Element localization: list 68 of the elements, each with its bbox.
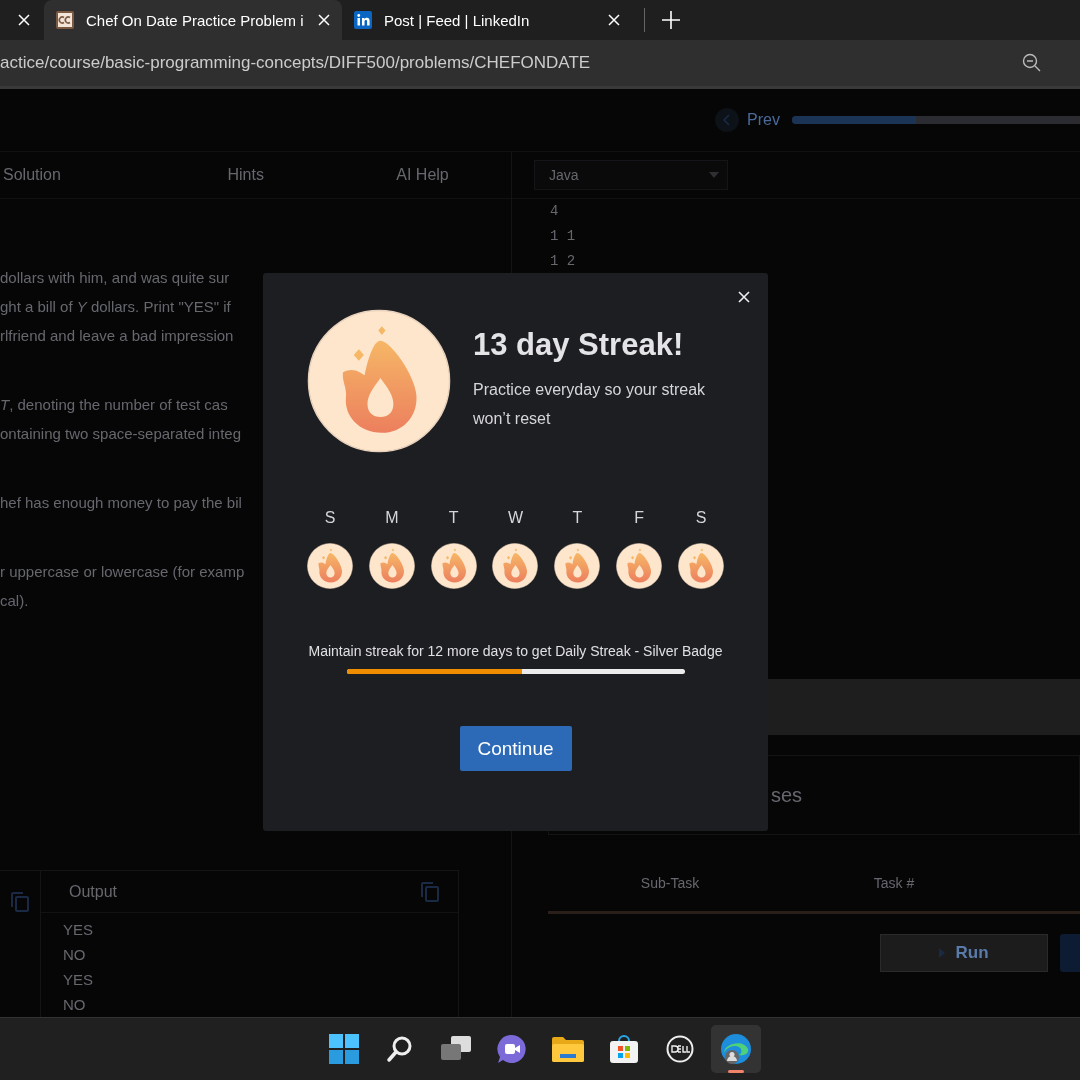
close-icon[interactable] <box>318 14 330 26</box>
weekday-label: T <box>447 509 460 527</box>
caret-icon <box>709 172 719 178</box>
output-title: Output <box>69 882 118 901</box>
flame-icon <box>616 543 663 589</box>
streak-subtitle: Practice everyday so your streak won’t reset <box>473 380 707 429</box>
weekday-label: T <box>571 509 584 527</box>
column-header: Task # <box>872 875 916 891</box>
close-icon[interactable] <box>608 14 620 26</box>
problem-tab[interactable]: Hints <box>157 165 335 185</box>
continue-button[interactable]: Continue <box>459 726 572 771</box>
linkedin-logo-icon <box>354 11 372 29</box>
flame-icon <box>677 543 724 589</box>
statement-text: ontaining two space-separated integ <box>0 424 241 444</box>
search-icon <box>386 1035 414 1063</box>
streak-goal-text: Maintain streak for 12 more days to get Daily Streak - Silver Badge <box>307 643 724 659</box>
windows-logo-icon <box>329 1034 359 1064</box>
code-line: 1 2 <box>550 252 576 271</box>
store-bag-icon <box>609 1034 639 1064</box>
streak-title: 13 day Streak! <box>473 327 685 363</box>
weekday-label: F <box>633 509 646 527</box>
flame-icon <box>554 543 601 589</box>
language-select[interactable]: Java <box>534 160 728 190</box>
code-line: 4 <box>550 202 559 221</box>
weekday-label: W <box>506 509 525 527</box>
new-tab-icon[interactable] <box>661 10 681 30</box>
weekday-label: S <box>323 509 337 527</box>
problem-tab[interactable]: Solution <box>0 165 158 185</box>
tab-title: Post | Feed | LinkedIn <box>384 11 531 29</box>
active-indicator <box>728 1070 744 1073</box>
taskbar-app-button[interactable] <box>711 1025 761 1073</box>
play-icon <box>939 948 946 958</box>
statement-text: rlfriend and leave a bad impression <box>0 326 234 346</box>
task-view-icon <box>441 1036 471 1062</box>
dell-logo-icon <box>666 1035 694 1063</box>
code-line: 1 1 <box>550 227 576 246</box>
cc-logo-icon <box>56 11 74 29</box>
statement-text: ght a bill of Y dollars. Print "YES" if <box>0 297 231 317</box>
output-line: YES <box>62 920 93 940</box>
zoom-out-icon[interactable] <box>1022 53 1042 73</box>
flame-icon <box>307 543 353 589</box>
statement-text: cal). <box>0 591 29 611</box>
output-line: NO <box>62 945 86 965</box>
problem-tab[interactable]: AI Help <box>334 165 511 185</box>
chevron-left-icon <box>715 108 740 132</box>
video-chat-icon <box>497 1034 527 1064</box>
browser-tab[interactable]: Post | Feed | LinkedIn <box>342 0 632 40</box>
statement-text: r uppercase or lowercase (for examp <box>0 562 245 582</box>
statement-text: hef has enough money to pay the bil <box>0 493 242 513</box>
statement-text: T, denoting the number of test cas <box>0 395 228 415</box>
weekday-label: S <box>694 509 708 527</box>
flame-icon <box>307 309 451 453</box>
prev-button[interactable]: Prev <box>715 108 780 132</box>
output-line: YES <box>62 970 93 990</box>
flame-icon <box>368 543 415 589</box>
statement-text: dollars with him, and was quite sur <box>0 268 230 288</box>
tab-title: Chef On Date Practice Problem i <box>86 11 305 29</box>
run-button[interactable]: Run <box>880 934 1048 972</box>
edge-browser-icon <box>720 1033 752 1065</box>
close-tab-button[interactable] <box>18 14 30 26</box>
browser-tab[interactable]: Chef On Date Practice Problem i <box>44 0 342 40</box>
folder-icon <box>552 1036 584 1062</box>
test-cases-title: ses <box>771 783 803 807</box>
output-line: NO <box>62 995 86 1015</box>
weekday-label: M <box>384 509 400 527</box>
column-header: Sub-Task <box>639 875 701 891</box>
flame-icon <box>430 543 477 589</box>
flame-icon <box>492 543 539 589</box>
